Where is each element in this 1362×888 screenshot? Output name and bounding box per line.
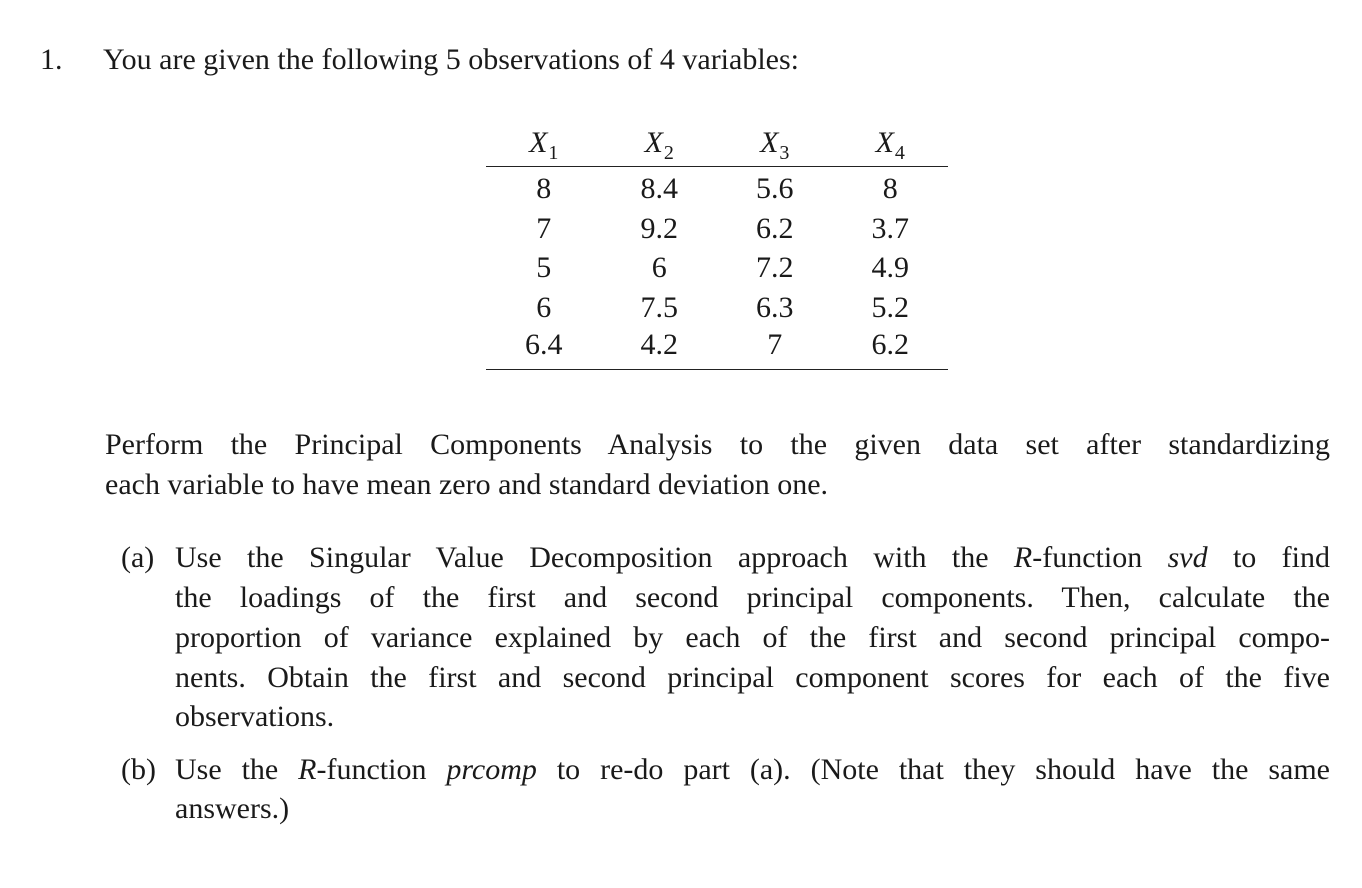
table-cell: 7.5 (640, 290, 679, 324)
table-cell: 7.2 (756, 251, 794, 284)
column-header-x1: X1 (486, 123, 602, 167)
table-row: 6.4 4.2 7 6.2 (486, 327, 948, 370)
table-header-row: X1 X2 X3 X4 (486, 123, 948, 167)
table-cell: 6.2 (832, 327, 948, 370)
table-row: 7 9.2 6.2 3.7 (486, 209, 948, 249)
table-row: 8 8.4 5.6 8 (486, 167, 948, 209)
column-header-x4: X4 (832, 123, 948, 167)
part-a-line-2: the loadings of the first and second pri… (175, 581, 1330, 614)
table-cell: 6.4 (486, 327, 602, 370)
part-a-line-5: observations. (175, 700, 335, 733)
table-cell: 8 (536, 172, 552, 205)
part-a-line-1: Use the Singular Value Decomposition app… (175, 541, 1330, 574)
table-cell: 3.7 (871, 211, 910, 245)
data-table: X1 X2 X3 X4 8 8.4 5.6 8 7 9.2 6.2 3.7 5 … (486, 123, 948, 370)
part-b-line-1: Use the R-function prcomp to re-do part … (175, 753, 1330, 786)
table-cell: 7 (536, 211, 552, 245)
part-a-line-3: proportion of variance explained by each… (175, 621, 1330, 654)
part-b-line-2: answers.) (175, 792, 290, 825)
question-intro: You are given the following 5 observatio… (103, 43, 799, 76)
table-cell: 6 (536, 290, 552, 324)
table-cell: 6 (651, 251, 667, 284)
table-cell: 5.6 (756, 172, 794, 205)
table-cell: 6.3 (756, 290, 794, 324)
table-row: 5 6 7.2 4.9 (486, 248, 948, 288)
instruction-line-2: each variable to have mean zero and stan… (105, 468, 829, 501)
table-cell: 8 (882, 172, 898, 205)
part-b-label: (b) (121, 753, 156, 786)
instruction-line-1: Perform the Principal Components Analysi… (105, 428, 1330, 461)
table-cell: 5 (536, 251, 552, 284)
column-header-x3: X3 (717, 123, 833, 167)
table-row: 6 7.5 6.3 5.2 (486, 288, 948, 328)
table-cell: 8.4 (640, 172, 679, 205)
table-cell: 9.2 (640, 211, 679, 245)
table-cell: 4.2 (601, 327, 717, 370)
question-number: 1. (40, 43, 63, 76)
table-cell: 4.9 (871, 251, 910, 284)
part-a-label: (a) (121, 541, 155, 574)
part-a-line-4: nents. Obtain the first and second princ… (175, 661, 1330, 694)
table-cell: 5.2 (871, 290, 910, 324)
column-header-x2: X2 (601, 123, 717, 167)
table-cell: 6.2 (756, 211, 794, 245)
table-cell: 7 (717, 327, 833, 370)
